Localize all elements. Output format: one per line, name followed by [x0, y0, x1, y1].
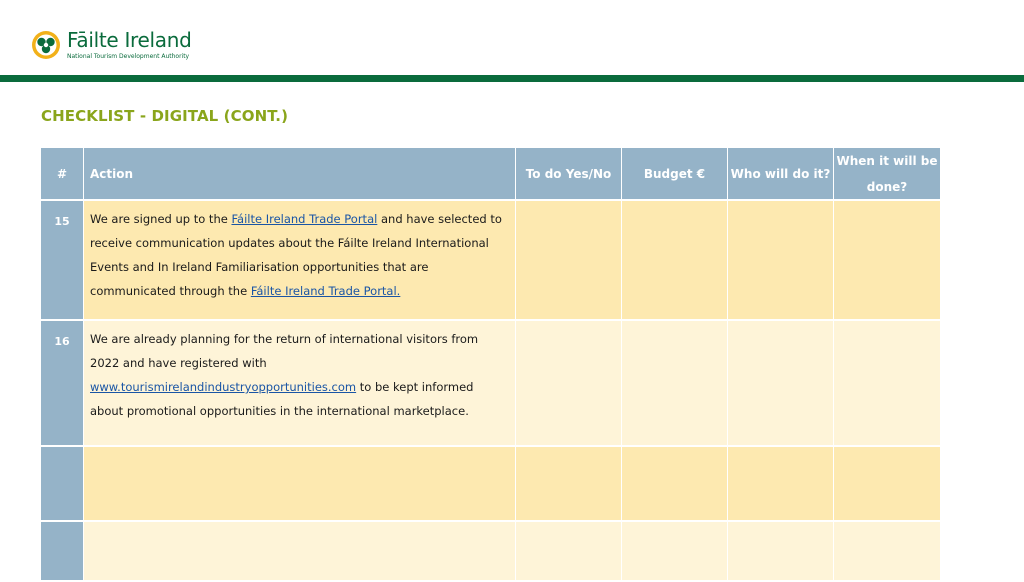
checklist-table: # Action To do Yes/No Budget € Who will … — [41, 148, 940, 582]
column-header-who: Who will do it? — [728, 148, 834, 201]
row-number — [41, 522, 84, 582]
trade-portal-link[interactable]: Fáilte Ireland Trade Portal. — [251, 284, 401, 298]
table-header-row: # Action To do Yes/No Budget € Who will … — [41, 148, 940, 201]
budget-cell[interactable] — [622, 447, 728, 522]
column-header-when: When it will be done? — [834, 148, 940, 201]
todo-cell[interactable] — [516, 321, 622, 447]
trade-portal-link[interactable]: Fáilte Ireland Trade Portal — [231, 212, 377, 226]
action-cell: We are signed up to the Fáilte Ireland T… — [84, 201, 516, 321]
table-row — [41, 447, 940, 522]
budget-cell[interactable] — [622, 522, 728, 582]
budget-cell[interactable] — [622, 321, 728, 447]
column-header-number: # — [41, 148, 84, 201]
table-row: 16 We are already planning for the retur… — [41, 321, 940, 447]
column-header-todo: To do Yes/No — [516, 148, 622, 201]
industry-opportunities-link[interactable]: www.tourismirelandindustryopportunities.… — [90, 380, 356, 394]
when-cell[interactable] — [834, 447, 940, 522]
page-title: CHECKLIST - DIGITAL (CONT.) — [41, 107, 289, 125]
who-cell[interactable] — [728, 201, 834, 321]
action-cell[interactable] — [84, 447, 516, 522]
when-cell[interactable] — [834, 321, 940, 447]
column-header-budget: Budget € — [622, 148, 728, 201]
who-cell[interactable] — [728, 447, 834, 522]
table-row — [41, 522, 940, 582]
action-cell[interactable] — [84, 522, 516, 582]
action-text: We are already planning for the return o… — [90, 332, 479, 370]
row-number: 16 — [41, 321, 84, 447]
when-cell[interactable] — [834, 201, 940, 321]
failte-ireland-logo[interactable]: Fāilte Ireland National Tourism Developm… — [31, 28, 192, 61]
page-header: Fāilte Ireland National Tourism Developm… — [0, 0, 1024, 76]
who-cell[interactable] — [728, 522, 834, 582]
row-number — [41, 447, 84, 522]
todo-cell[interactable] — [516, 201, 622, 321]
action-cell: We are already planning for the return o… — [84, 321, 516, 447]
when-cell[interactable] — [834, 522, 940, 582]
action-text: We are signed up to the — [90, 212, 232, 226]
todo-cell[interactable] — [516, 522, 622, 582]
todo-cell[interactable] — [516, 447, 622, 522]
shamrock-logo-icon — [32, 31, 60, 59]
row-number: 15 — [41, 201, 84, 321]
who-cell[interactable] — [728, 321, 834, 447]
column-header-action: Action — [84, 148, 516, 201]
budget-cell[interactable] — [622, 201, 728, 321]
header-divider — [0, 75, 1024, 82]
logo-name: Fāilte Ireland — [67, 28, 192, 52]
logo-tagline: National Tourism Development Authority — [67, 53, 190, 60]
table-row: 15 We are signed up to the Fáilte Irelan… — [41, 201, 940, 321]
